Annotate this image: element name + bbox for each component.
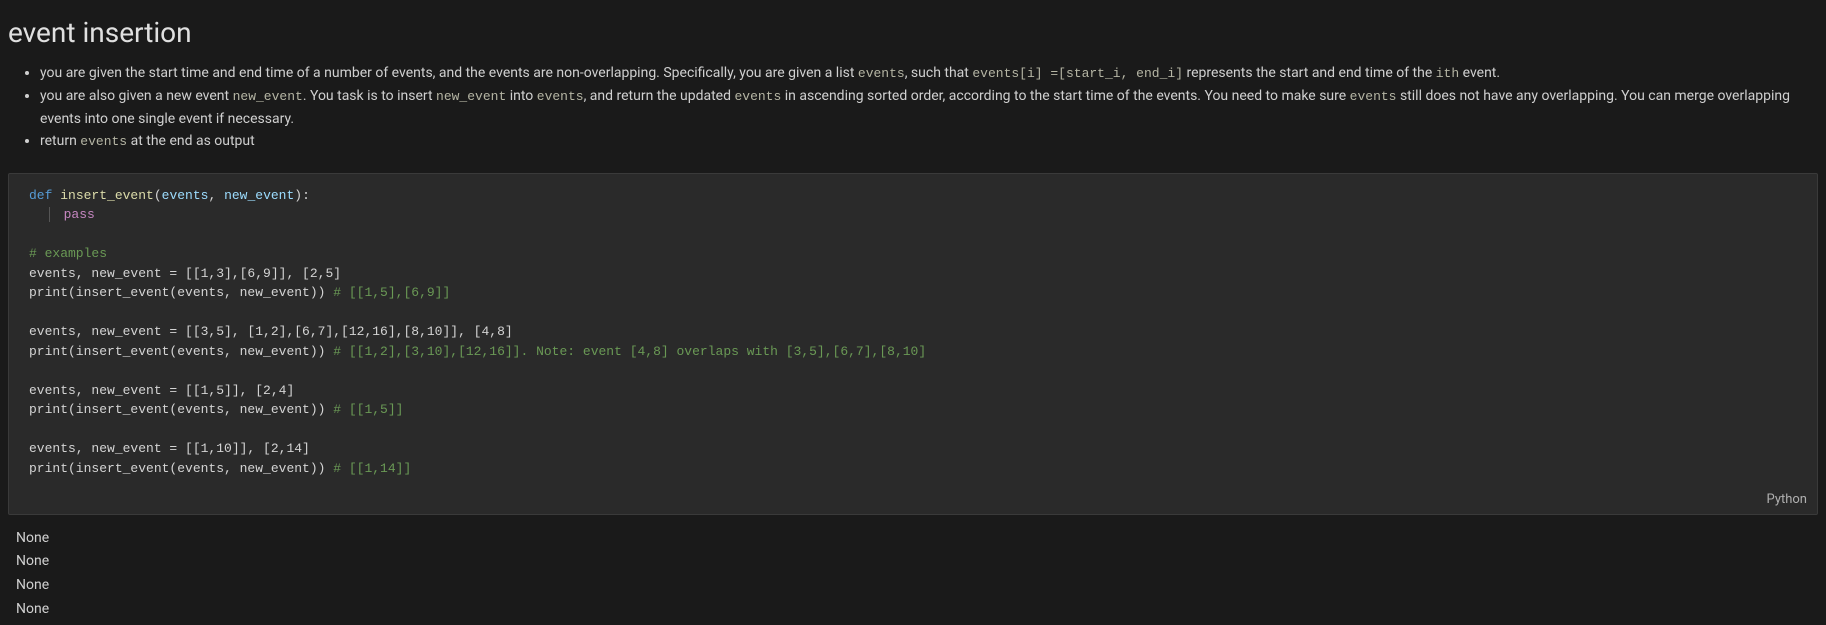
inline-code: events bbox=[537, 89, 584, 104]
code-block[interactable]: def insert_event(events, new_event): pas… bbox=[8, 173, 1818, 515]
inline-code: events bbox=[734, 89, 781, 104]
inline-code: ith bbox=[1436, 66, 1459, 81]
output-line: None bbox=[16, 527, 1810, 551]
inline-code: events bbox=[80, 134, 127, 149]
output-block: NoneNoneNoneNone bbox=[8, 523, 1818, 625]
output-line: None bbox=[16, 574, 1810, 598]
inline-code: new_event bbox=[233, 89, 303, 104]
output-line: None bbox=[16, 550, 1810, 574]
bullet-item: you are given the start time and end tim… bbox=[40, 62, 1818, 85]
output-line: None bbox=[16, 598, 1810, 622]
inline-code: events bbox=[858, 66, 905, 81]
page-title: event insertion bbox=[8, 0, 1818, 62]
inline-code: events[i] =[start_i, end_i] bbox=[972, 66, 1183, 81]
bullet-item: you are also given a new event new_event… bbox=[40, 85, 1818, 130]
bullet-item: return events at the end as output bbox=[40, 130, 1818, 153]
inline-code: new_event bbox=[436, 89, 506, 104]
code-language-label: Python bbox=[9, 486, 1817, 514]
problem-description-list: you are given the start time and end tim… bbox=[8, 62, 1818, 153]
code-content: def insert_event(events, new_event): pas… bbox=[9, 186, 1817, 487]
inline-code: events bbox=[1350, 89, 1397, 104]
